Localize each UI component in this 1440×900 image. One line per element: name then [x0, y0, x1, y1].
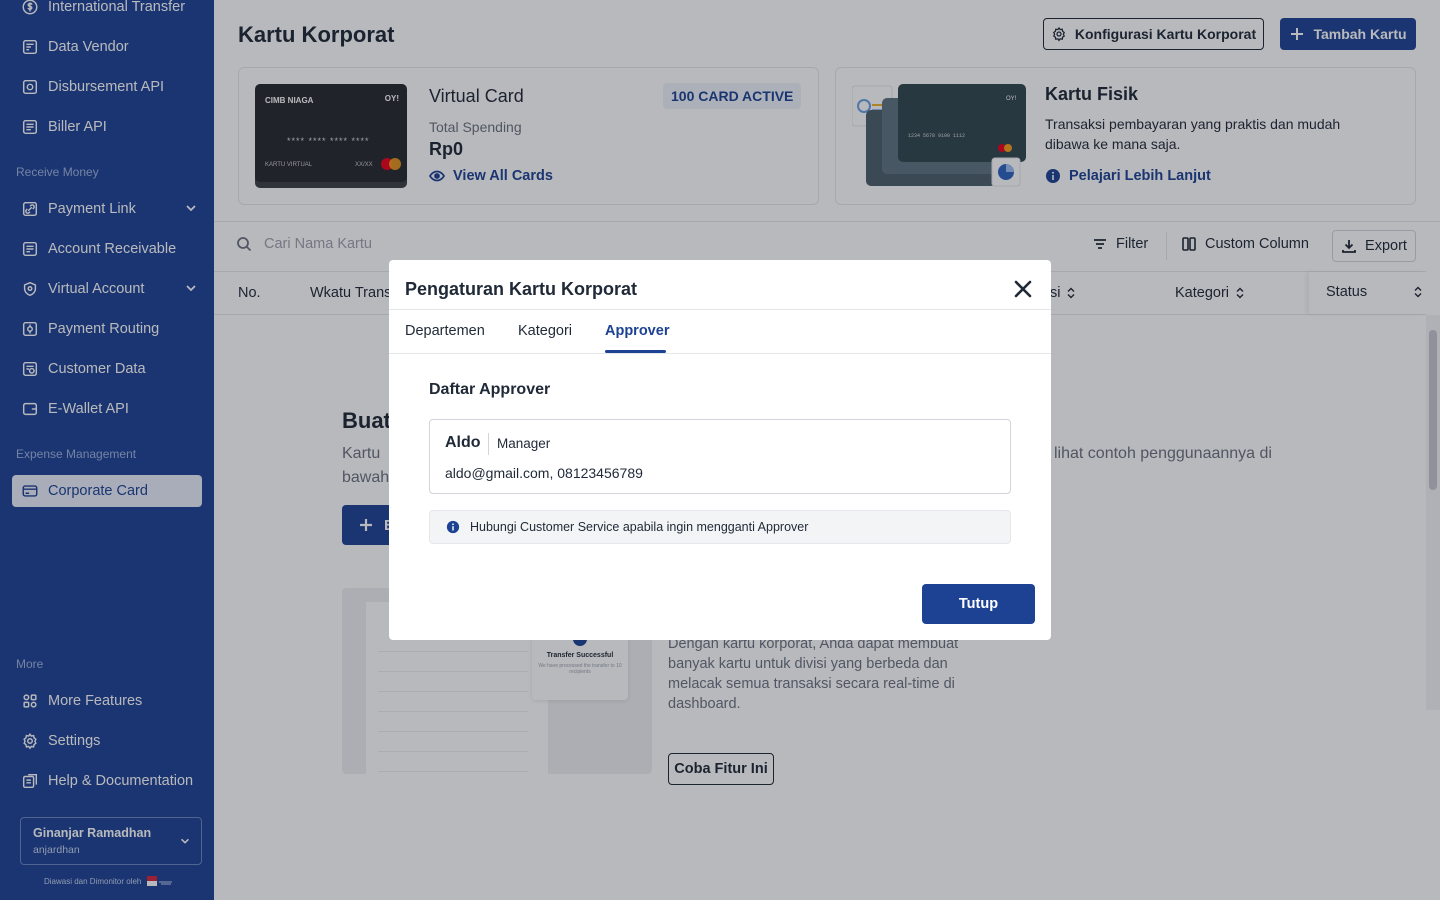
tab-kategori[interactable]: Kategori	[518, 323, 572, 339]
approver-contact: aldo@gmail.com, 08123456789	[445, 465, 643, 481]
approver-name: Aldo	[445, 434, 481, 451]
tab-approver[interactable]: Approver	[605, 323, 669, 339]
modal-title: Pengaturan Kartu Korporat	[405, 279, 638, 299]
tab-departemen[interactable]: Departemen	[405, 323, 485, 339]
approver-list-title: Daftar Approver	[429, 381, 551, 398]
divider	[389, 309, 1051, 310]
info-banner: Hubungi Customer Service apabila ingin m…	[429, 510, 1011, 544]
divider	[488, 433, 489, 455]
close-button[interactable]: Tutup	[922, 584, 1035, 624]
close-icon[interactable]	[1011, 277, 1035, 301]
corporate-card-settings-modal: Pengaturan Kartu Korporat Departemen Kat…	[389, 260, 1051, 640]
info-icon	[446, 520, 460, 534]
approver-role: Manager	[497, 436, 551, 451]
info-text: Hubungi Customer Service apabila ingin m…	[470, 520, 809, 534]
divider	[389, 353, 1051, 354]
approver-card: Aldo Manager aldo@gmail.com, 08123456789	[429, 419, 1011, 494]
